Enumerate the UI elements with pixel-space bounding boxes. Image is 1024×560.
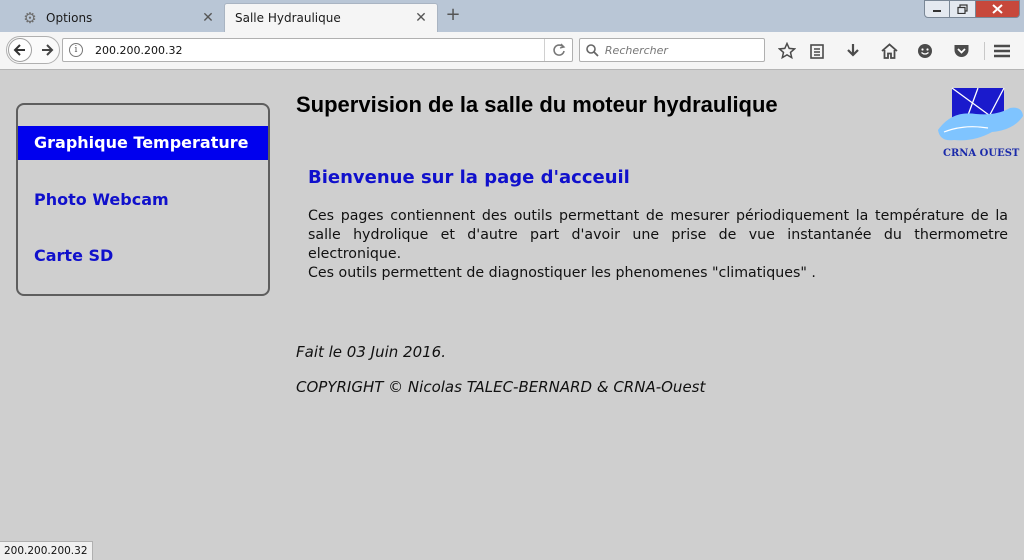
info-icon[interactable]: i [69,43,83,57]
arrow-left-icon [13,44,25,56]
close-icon[interactable]: ✕ [200,10,216,26]
close-icon [992,4,1003,14]
page-title: Supervision de la salle du moteur hydrau… [296,92,778,117]
logo-graphic [938,87,1023,141]
reload-glyph [552,43,565,56]
back-forward-group [6,36,60,64]
copyright-notice: COPYRIGHT © Nicolas TALEC-BERNARD & CRNA… [296,378,706,396]
restore-button[interactable] [950,0,976,18]
made-on-date: Fait le 03 Juin 2016. [296,343,446,361]
intro-text: Ces pages contiennent des outils permett… [308,207,1008,283]
download-glyph [847,44,859,57]
bookmark-star-icon[interactable] [776,40,798,62]
restore-icon [957,4,968,14]
navigation-bar: i 200.200.200.32 [0,32,1024,70]
search-input[interactable] [604,43,764,57]
menu-item-graphique-temperature[interactable]: Graphique Temperature [18,126,268,160]
tab-label: Salle Hydraulique [235,11,341,25]
pocket-glyph [954,45,968,57]
side-menu: Graphique Temperature Photo Webcam Carte… [16,103,270,296]
forward-button[interactable] [37,39,57,61]
reading-list-icon[interactable] [806,40,828,62]
menu-item-photo-webcam[interactable]: Photo Webcam [18,183,268,217]
page-content: Graphique Temperature Photo Webcam Carte… [0,71,1024,560]
star-glyph [778,42,796,60]
hello-chat-icon[interactable] [914,40,936,62]
toolbar-separator [984,42,985,60]
arrow-right-icon [42,44,54,56]
list-glyph [810,44,824,59]
tab-salle-hydraulique[interactable]: Salle Hydraulique ✕ [224,3,438,32]
reload-icon[interactable] [544,39,572,61]
tab-strip: ⚙ Options ✕ Salle Hydraulique ✕ + [0,0,1024,32]
tab-options[interactable]: ⚙ Options ✕ [0,3,224,32]
logo-text: CRNA OUEST [943,148,1020,159]
window-controls [924,0,1020,18]
status-bar-url: 200.200.200.32 [0,541,93,560]
intro-paragraph-1: Ces pages contiennent des outils permett… [308,208,1008,262]
back-button[interactable] [8,38,32,62]
address-bar[interactable]: i 200.200.200.32 [62,38,573,62]
minimize-icon [933,10,941,12]
url-text[interactable]: 200.200.200.32 [95,44,544,57]
window-close-button[interactable] [976,0,1020,18]
search-bar[interactable] [579,38,765,62]
home-icon[interactable] [878,40,900,62]
crna-ouest-logo: CRNA OUEST [934,86,1024,160]
home-glyph [880,43,898,59]
welcome-heading: Bienvenue sur la page d'acceuil [308,167,630,188]
hamburger-menu-icon[interactable] [991,40,1013,62]
intro-paragraph-2: Ces outils permettent de diagnostiquer l… [308,265,816,281]
smiley-glyph [918,44,932,58]
menu-glyph [994,44,1010,58]
pocket-icon[interactable] [950,40,972,62]
gear-icon: ⚙ [23,8,37,27]
search-icon [585,42,601,58]
menu-item-carte-sd[interactable]: Carte SD [18,239,268,273]
close-icon[interactable]: ✕ [413,10,429,26]
magnifier-glyph [586,43,600,57]
new-tab-button[interactable]: + [444,5,462,25]
tab-label: Options [46,10,93,25]
download-icon[interactable] [842,40,864,62]
minimize-button[interactable] [924,0,950,18]
